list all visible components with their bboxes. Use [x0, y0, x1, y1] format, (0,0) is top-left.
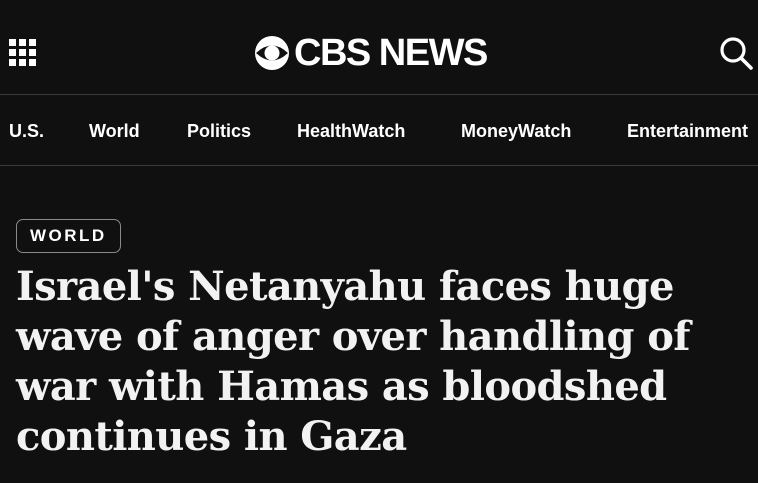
nav-item-us[interactable]: U.S.: [9, 96, 44, 165]
cbs-eye-icon: [255, 36, 289, 70]
article-headline: Israel's Netanyahu faces huge wave of an…: [16, 263, 690, 460]
nav-item-politics[interactable]: Politics: [187, 96, 251, 165]
site-header: CBS NEWS: [0, 0, 758, 95]
section-nav: U.S. World Politics HealthWatch MoneyWat…: [0, 96, 758, 166]
nav-item-moneywatch[interactable]: MoneyWatch: [461, 96, 571, 165]
nav-item-healthwatch[interactable]: HealthWatch: [297, 96, 405, 165]
category-badge[interactable]: WORLD: [16, 219, 121, 253]
nav-item-entertainment[interactable]: Entertainment: [627, 96, 748, 165]
nav-item-world[interactable]: World: [89, 96, 140, 165]
cbs-news-logo[interactable]: CBS NEWS: [254, 32, 488, 74]
search-icon[interactable]: [719, 36, 753, 70]
logo-wordmark: CBS NEWS: [294, 32, 488, 74]
grid-menu-icon[interactable]: [9, 39, 37, 67]
